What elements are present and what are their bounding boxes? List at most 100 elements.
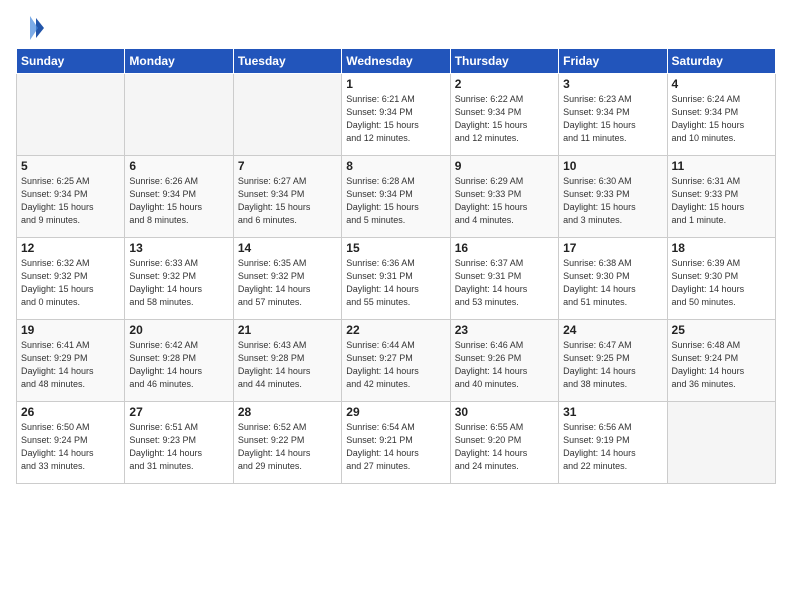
day-info: Sunrise: 6:26 AM Sunset: 9:34 PM Dayligh… (129, 175, 228, 227)
day-info: Sunrise: 6:54 AM Sunset: 9:21 PM Dayligh… (346, 421, 445, 473)
day-info: Sunrise: 6:52 AM Sunset: 9:22 PM Dayligh… (238, 421, 337, 473)
day-info: Sunrise: 6:48 AM Sunset: 9:24 PM Dayligh… (672, 339, 771, 391)
day-info: Sunrise: 6:36 AM Sunset: 9:31 PM Dayligh… (346, 257, 445, 309)
day-info: Sunrise: 6:29 AM Sunset: 9:33 PM Dayligh… (455, 175, 554, 227)
day-info: Sunrise: 6:30 AM Sunset: 9:33 PM Dayligh… (563, 175, 662, 227)
day-number: 11 (672, 159, 771, 173)
calendar-cell: 21Sunrise: 6:43 AM Sunset: 9:28 PM Dayli… (233, 320, 341, 402)
calendar-cell: 27 Sunrise: 6:51 AM Sunset: 9:23 PM Dayli… (125, 402, 233, 484)
day-info: Sunrise: 6:38 AM Sunset: 9:30 PM Dayligh… (563, 257, 662, 309)
day-number: 4 (672, 77, 771, 91)
calendar-cell: 5 Sunrise: 6:25 AM Sunset: 9:34 PM Daylig… (17, 156, 125, 238)
day-number: 2 (455, 77, 554, 91)
day-number: 20 (129, 323, 228, 337)
day-info: Sunrise: 6:21 AM Sunset: 9:34 PM Dayligh… (346, 93, 445, 145)
day-info: Sunrise: 6:41 AM Sunset: 9:29 PM Dayligh… (21, 339, 120, 391)
calendar-cell: 28Sunrise: 6:52 AM Sunset: 9:22 PM Dayli… (233, 402, 341, 484)
day-number: 31 (563, 405, 662, 419)
calendar-cell: 24 Sunrise: 6:47 AM Sunset: 9:25 PM Dayli… (559, 320, 667, 402)
day-info: Sunrise: 6:42 AM Sunset: 9:28 PM Dayligh… (129, 339, 228, 391)
day-info: Sunrise: 6:28 AM Sunset: 9:34 PM Dayligh… (346, 175, 445, 227)
calendar-cell (667, 402, 775, 484)
day-info: Sunrise: 6:25 AM Sunset: 9:34 PM Dayligh… (21, 175, 120, 227)
day-number: 6 (129, 159, 228, 173)
weekday-header-wednesday: Wednesday (342, 49, 450, 74)
calendar-cell (125, 74, 233, 156)
calendar-cell: 30 Sunrise: 6:55 AM Sunset: 9:20 PM Dayli… (450, 402, 558, 484)
day-number: 9 (455, 159, 554, 173)
calendar-cell: 19 Sunrise: 6:41 AM Sunset: 9:29 PM Dayli… (17, 320, 125, 402)
day-info: Sunrise: 6:33 AM Sunset: 9:32 PM Dayligh… (129, 257, 228, 309)
weekday-header-tuesday: Tuesday (233, 49, 341, 74)
calendar-cell: 16 Sunrise: 6:37 AM Sunset: 9:31 PM Dayli… (450, 238, 558, 320)
calendar-cell: 10Sunrise: 6:30 AM Sunset: 9:33 PM Dayli… (559, 156, 667, 238)
weekday-header-thursday: Thursday (450, 49, 558, 74)
calendar-cell: 3Sunrise: 6:23 AM Sunset: 9:34 PM Daylig… (559, 74, 667, 156)
day-number: 23 (455, 323, 554, 337)
calendar-cell: 8 Sunrise: 6:28 AM Sunset: 9:34 PM Daylig… (342, 156, 450, 238)
calendar-cell: 23Sunrise: 6:46 AM Sunset: 9:26 PM Dayli… (450, 320, 558, 402)
day-number: 21 (238, 323, 337, 337)
weekday-header-friday: Friday (559, 49, 667, 74)
calendar-table: SundayMondayTuesdayWednesdayThursdayFrid… (16, 48, 776, 484)
week-row-1: 1 Sunrise: 6:21 AM Sunset: 9:34 PM Daylig… (17, 74, 776, 156)
day-info: Sunrise: 6:47 AM Sunset: 9:25 PM Dayligh… (563, 339, 662, 391)
week-row-2: 5 Sunrise: 6:25 AM Sunset: 9:34 PM Daylig… (17, 156, 776, 238)
logo-icon (16, 14, 44, 42)
calendar-cell: 22 Sunrise: 6:44 AM Sunset: 9:27 PM Dayli… (342, 320, 450, 402)
day-number: 15 (346, 241, 445, 255)
day-info: Sunrise: 6:51 AM Sunset: 9:23 PM Dayligh… (129, 421, 228, 473)
day-number: 17 (563, 241, 662, 255)
day-number: 29 (346, 405, 445, 419)
day-number: 5 (21, 159, 120, 173)
weekday-header-sunday: Sunday (17, 49, 125, 74)
day-number: 1 (346, 77, 445, 91)
calendar-cell: 2Sunrise: 6:22 AM Sunset: 9:34 PM Daylig… (450, 74, 558, 156)
day-number: 3 (563, 77, 662, 91)
calendar-cell: 6 Sunrise: 6:26 AM Sunset: 9:34 PM Daylig… (125, 156, 233, 238)
week-row-5: 26Sunrise: 6:50 AM Sunset: 9:24 PM Dayli… (17, 402, 776, 484)
day-info: Sunrise: 6:37 AM Sunset: 9:31 PM Dayligh… (455, 257, 554, 309)
day-number: 19 (21, 323, 120, 337)
day-number: 30 (455, 405, 554, 419)
weekday-header-row: SundayMondayTuesdayWednesdayThursdayFrid… (17, 49, 776, 74)
calendar-cell (17, 74, 125, 156)
calendar-cell: 20 Sunrise: 6:42 AM Sunset: 9:28 PM Dayli… (125, 320, 233, 402)
calendar-cell: 25Sunrise: 6:48 AM Sunset: 9:24 PM Dayli… (667, 320, 775, 402)
week-row-4: 19 Sunrise: 6:41 AM Sunset: 9:29 PM Dayli… (17, 320, 776, 402)
calendar-cell: 12 Sunrise: 6:32 AM Sunset: 9:32 PM Dayli… (17, 238, 125, 320)
day-number: 8 (346, 159, 445, 173)
calendar-cell: 18Sunrise: 6:39 AM Sunset: 9:30 PM Dayli… (667, 238, 775, 320)
day-number: 13 (129, 241, 228, 255)
day-number: 27 (129, 405, 228, 419)
day-number: 22 (346, 323, 445, 337)
header (16, 10, 776, 42)
day-info: Sunrise: 6:32 AM Sunset: 9:32 PM Dayligh… (21, 257, 120, 309)
day-info: Sunrise: 6:44 AM Sunset: 9:27 PM Dayligh… (346, 339, 445, 391)
day-number: 12 (21, 241, 120, 255)
calendar-cell: 26Sunrise: 6:50 AM Sunset: 9:24 PM Dayli… (17, 402, 125, 484)
calendar-cell: 7Sunrise: 6:27 AM Sunset: 9:34 PM Daylig… (233, 156, 341, 238)
week-row-3: 12 Sunrise: 6:32 AM Sunset: 9:32 PM Dayli… (17, 238, 776, 320)
day-info: Sunrise: 6:55 AM Sunset: 9:20 PM Dayligh… (455, 421, 554, 473)
weekday-header-monday: Monday (125, 49, 233, 74)
day-info: Sunrise: 6:31 AM Sunset: 9:33 PM Dayligh… (672, 175, 771, 227)
page: SundayMondayTuesdayWednesdayThursdayFrid… (0, 0, 792, 612)
calendar-cell: 13 Sunrise: 6:33 AM Sunset: 9:32 PM Dayli… (125, 238, 233, 320)
calendar-cell: 29 Sunrise: 6:54 AM Sunset: 9:21 PM Dayli… (342, 402, 450, 484)
day-info: Sunrise: 6:24 AM Sunset: 9:34 PM Dayligh… (672, 93, 771, 145)
weekday-header-saturday: Saturday (667, 49, 775, 74)
day-number: 24 (563, 323, 662, 337)
logo (16, 14, 48, 42)
day-number: 14 (238, 241, 337, 255)
calendar-cell: 14 Sunrise: 6:35 AM Sunset: 9:32 PM Dayli… (233, 238, 341, 320)
day-number: 18 (672, 241, 771, 255)
day-number: 16 (455, 241, 554, 255)
day-info: Sunrise: 6:56 AM Sunset: 9:19 PM Dayligh… (563, 421, 662, 473)
calendar-cell: 17 Sunrise: 6:38 AM Sunset: 9:30 PM Dayli… (559, 238, 667, 320)
day-info: Sunrise: 6:35 AM Sunset: 9:32 PM Dayligh… (238, 257, 337, 309)
day-number: 7 (238, 159, 337, 173)
calendar-cell (233, 74, 341, 156)
calendar-cell: 9 Sunrise: 6:29 AM Sunset: 9:33 PM Daylig… (450, 156, 558, 238)
calendar-cell: 15 Sunrise: 6:36 AM Sunset: 9:31 PM Dayli… (342, 238, 450, 320)
